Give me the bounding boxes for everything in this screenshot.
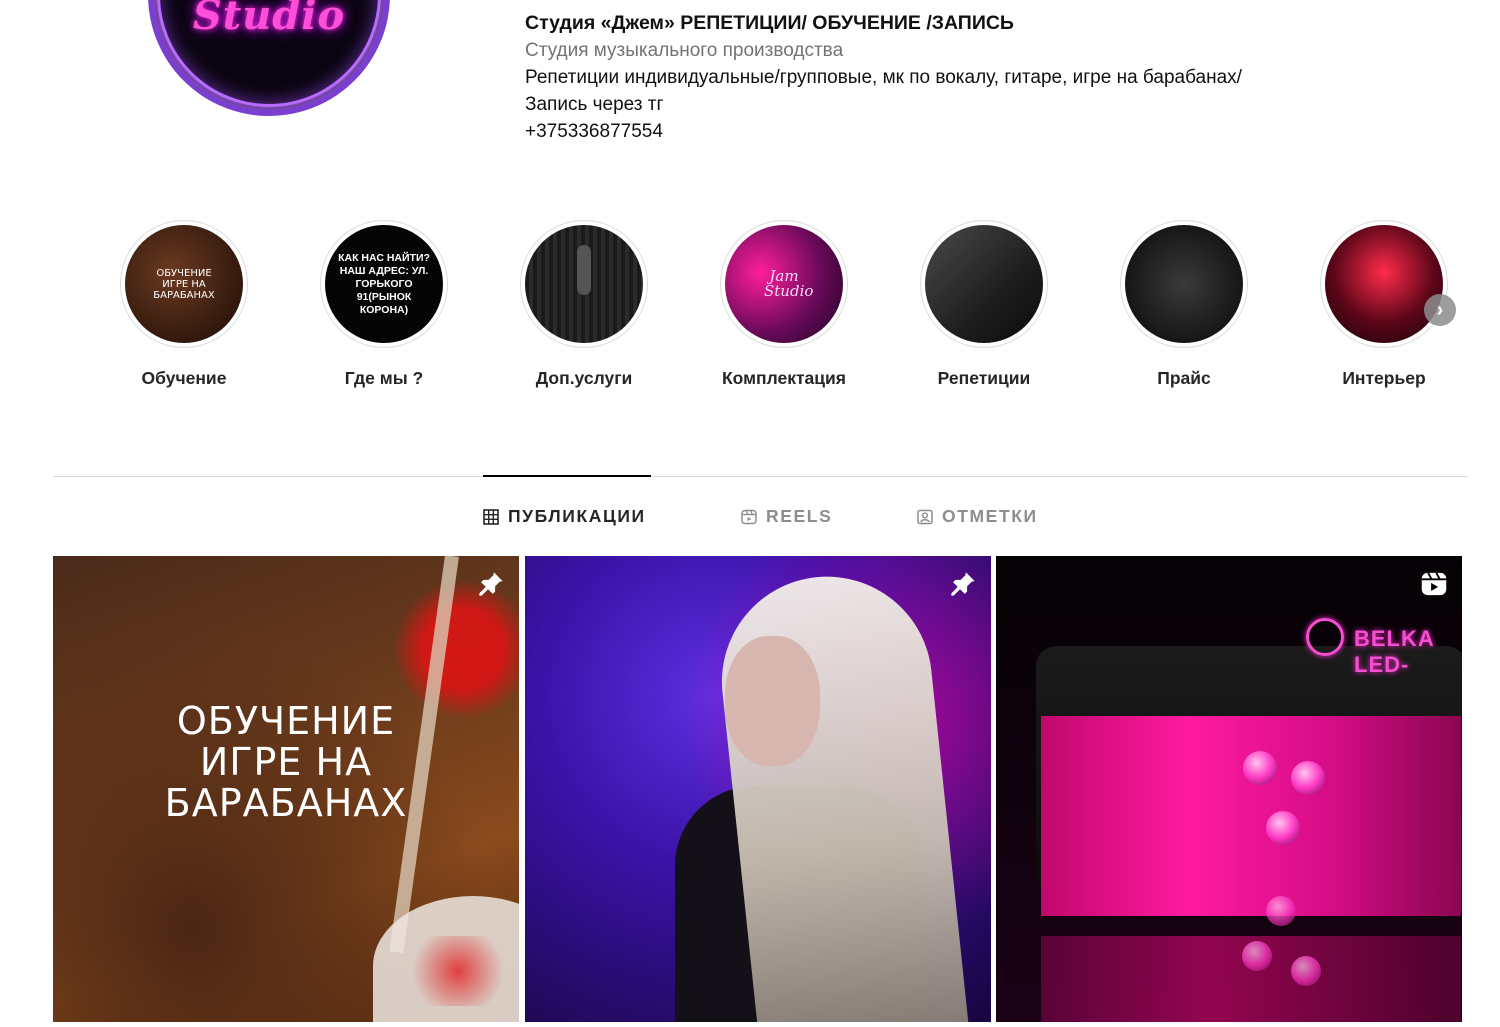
bio-text-line: Репетиции индивидуальные/групповые, мк п… [525, 67, 1242, 88]
post-tile[interactable] [525, 556, 991, 1022]
led-shape [1291, 761, 1325, 795]
pin-icon [479, 572, 503, 596]
tab-label: ОТМЕТКИ [942, 506, 1038, 526]
active-tab-indicator [483, 475, 651, 477]
highlight-cover: КАК НАС НАЙТИ? НАШ АДРЕС: УЛ. ГОРЬКОГО 9… [325, 225, 443, 343]
light-panel-shape [1041, 716, 1461, 916]
tab-label: ПУБЛИКАЦИИ [508, 506, 646, 526]
tab-posts[interactable]: ПУБЛИКАЦИИ [483, 506, 646, 527]
highlight-cover: Jam Studio [725, 225, 843, 343]
led-shape [1266, 896, 1296, 926]
highlight-label: Комплектация [721, 368, 847, 388]
highlight-ring [920, 220, 1048, 348]
profile-phone[interactable]: +375336877554 [525, 118, 1425, 145]
led-shape [1243, 751, 1277, 785]
profile-bio: Студия «Джем» РЕПЕТИЦИИ/ ОБУЧЕНИЕ /ЗАПИС… [525, 10, 1425, 145]
highlight-item[interactable]: ОБУЧЕНИЕ ИГРЕ НА БАРАБАНАХ Обучение [84, 220, 284, 389]
highlight-item[interactable]: Репетиции [884, 220, 1084, 389]
highlight-label: Интерьер [1342, 368, 1426, 388]
highlight-ring: ОБУЧЕНИЕ ИГРЕ НА БАРАБАНАХ [120, 220, 248, 348]
hair-shape [711, 566, 969, 1022]
highlight-cover-text: Jam Studio [764, 267, 814, 300]
brand-logo-icon [1306, 618, 1344, 656]
highlight-ring: Jam Studio [720, 220, 848, 348]
reels-icon [741, 509, 757, 524]
highlight-cover [1125, 225, 1243, 343]
highlight-label: Доп.услуги [535, 368, 633, 388]
profile-avatar[interactable]: Studio [154, 0, 384, 110]
brand-text: BELKA LED- [1354, 626, 1434, 677]
face-shape [725, 636, 820, 766]
highlight-item[interactable]: Доп.услуги [484, 220, 684, 389]
highlight-label: Прайс [1157, 368, 1211, 388]
reels-icon [1421, 572, 1447, 596]
chevron-right-icon[interactable]: › [1424, 294, 1456, 326]
led-shape [1242, 941, 1272, 971]
grid-icon [483, 508, 499, 525]
led-shape [1266, 811, 1300, 845]
profile-category: Студия музыкального производства [525, 40, 844, 61]
tab-label: REELS [766, 506, 833, 526]
tagged-icon [917, 509, 933, 524]
highlight-ring: КАК НАС НАЙТИ? НАШ АДРЕС: УЛ. ГОРЬКОГО 9… [320, 220, 448, 348]
led-shape [1291, 956, 1321, 986]
bio-text-line: Запись через тг [525, 94, 664, 115]
tab-tagged[interactable]: ОТМЕТКИ [917, 506, 1038, 527]
highlight-item[interactable]: Jam Studio Комплектация [684, 220, 884, 389]
drum-accent [403, 936, 513, 1006]
highlight-ring [520, 220, 648, 348]
highlight-label: Репетиции [937, 368, 1031, 388]
microphone-icon [577, 245, 591, 295]
highlight-item[interactable]: КАК НАС НАЙТИ? НАШ АДРЕС: УЛ. ГОРЬКОГО 9… [284, 220, 484, 389]
tab-reels[interactable]: REELS [741, 506, 832, 527]
highlight-label: Где мы ? [344, 368, 424, 388]
story-highlights: ОБУЧЕНИЕ ИГРЕ НА БАРАБАНАХ Обучение КАК … [84, 220, 1484, 400]
highlight-cover: ОБУЧЕНИЕ ИГРЕ НА БАРАБАНАХ [125, 225, 243, 343]
profile-name: Студия «Джем» РЕПЕТИЦИИ/ ОБУЧЕНИЕ /ЗАПИС… [525, 12, 1014, 34]
post-overlay-text: ОБУЧЕНИЕ ИГРЕ НА БАРАБАНАХ [164, 699, 408, 825]
highlight-ring [1320, 220, 1448, 348]
highlight-item[interactable]: Прайс [1084, 220, 1284, 389]
highlight-ring [1120, 220, 1248, 348]
highlight-cover [525, 225, 643, 343]
highlight-cover-text: КАК НАС НАЙТИ? НАШ АДРЕС: УЛ. ГОРЬКОГО 9… [338, 251, 430, 316]
post-tile[interactable]: ОБУЧЕНИЕ ИГРЕ НА БАРАБАНАХ [53, 556, 519, 1022]
highlight-cover [925, 225, 1043, 343]
tabs-divider [53, 476, 1468, 477]
post-tile[interactable]: BELKA LED- [996, 556, 1462, 1022]
highlight-cover-text: ОБУЧЕНИЕ ИГРЕ НА БАРАБАНАХ [153, 267, 215, 301]
pin-icon [951, 572, 975, 596]
avatar-logo-text: Studio [192, 0, 346, 39]
highlight-label: Обучение [141, 368, 227, 388]
highlight-cover [1325, 225, 1443, 343]
